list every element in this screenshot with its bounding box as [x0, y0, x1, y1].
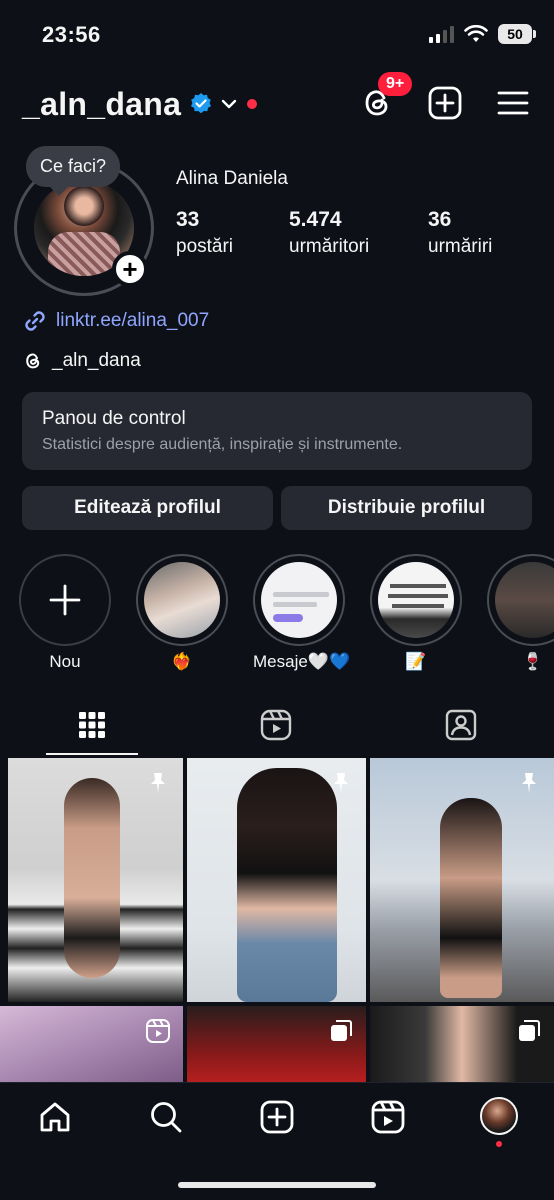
carousel-icon: [519, 1020, 540, 1041]
status-time: 23:56: [42, 22, 101, 47]
highlight-item[interactable]: 🍷: [487, 554, 554, 672]
posts-grid: [0, 758, 554, 1088]
threads-badge: 9+: [378, 72, 413, 96]
username-switcher[interactable]: _aln_dana: [22, 86, 181, 123]
post-thumbnail[interactable]: [187, 1006, 366, 1088]
active-tab-indicator: [46, 753, 138, 755]
threads-handle: _aln_dana: [52, 350, 141, 371]
story-highlights: Nou ❤️‍🔥 Mesaje🤍💙 📝: [0, 554, 554, 674]
dashboard-subtitle: Statistici despre audiență, inspirație ș…: [42, 436, 403, 453]
tab-tagged-icon[interactable]: [444, 708, 478, 742]
post-thumbnail[interactable]: [370, 758, 554, 1002]
highlight-cover: [136, 554, 228, 646]
create-button[interactable]: [426, 84, 464, 122]
bio-link-text[interactable]: linktr.ee/alina_007: [56, 310, 209, 332]
notification-dot: [247, 99, 258, 109]
edit-profile-button[interactable]: Editează profilul: [22, 486, 273, 530]
highlight-new[interactable]: Nou: [19, 554, 111, 672]
carousel-icon: [331, 1020, 352, 1041]
menu-button[interactable]: [494, 84, 532, 122]
home-icon[interactable]: [37, 1099, 73, 1135]
status-indicators: 50: [429, 24, 536, 44]
post-thumbnail[interactable]: [0, 1006, 183, 1088]
add-story-button[interactable]: +: [112, 251, 148, 287]
post-thumbnail[interactable]: [187, 758, 366, 1002]
stat-posts-label: postări: [176, 236, 234, 257]
link-icon: [25, 311, 45, 331]
dashboard-title: Panou de control: [42, 408, 186, 429]
create-post-icon[interactable]: [259, 1099, 295, 1135]
threads-profile-link[interactable]: _aln_dana: [22, 350, 141, 372]
stat-followers-label: urmăritori: [289, 236, 370, 257]
highlight-label: Nou: [49, 652, 81, 671]
stat-posts-value: 33: [176, 208, 200, 231]
pinned-icon: [522, 773, 536, 793]
hamburger-menu-icon: [497, 91, 529, 115]
tab-posts-grid-icon[interactable]: [75, 708, 109, 742]
stat-posts[interactable]: 33 postări: [176, 208, 289, 258]
tab-reels-icon[interactable]: [259, 708, 293, 742]
highlight-cover: [253, 554, 345, 646]
chevron-down-icon[interactable]: [219, 94, 239, 114]
profile-stats: 33 postări 5.474 urmăritori 36 urmăriri: [176, 208, 492, 258]
verified-badge-icon: [191, 93, 212, 114]
post-thumbnail[interactable]: [8, 758, 183, 1002]
highlight-new-circle: [19, 554, 111, 646]
threads-button[interactable]: 9+: [358, 72, 413, 122]
profile-actions: Editează profilul Distribuie profilul: [22, 486, 532, 530]
profile-tabs: [0, 700, 554, 756]
highlight-item[interactable]: ❤️‍🔥: [136, 554, 228, 672]
post-thumbnail[interactable]: [370, 1006, 554, 1088]
stat-following-value: 36: [428, 208, 452, 231]
full-name: Alina Daniela: [176, 168, 288, 189]
search-icon[interactable]: [148, 1099, 184, 1135]
profile-header: _aln_dana 9+: [22, 72, 532, 128]
highlight-cover: [370, 554, 462, 646]
stat-following[interactable]: 36 urmăriri: [428, 208, 492, 258]
highlight-item[interactable]: 📝: [370, 554, 462, 672]
stat-followers-value: 5.474: [289, 208, 342, 231]
battery-icon: 50: [498, 24, 536, 44]
plus-icon: [49, 584, 81, 616]
professional-dashboard[interactable]: Panou de control Statistici despre audie…: [22, 392, 532, 470]
plus-square-icon: [428, 86, 462, 120]
wifi-icon: [464, 25, 488, 42]
cellular-signal-icon: [429, 25, 454, 43]
stat-followers[interactable]: 5.474 urmăritori: [289, 208, 428, 258]
highlight-label: 📝: [405, 652, 427, 671]
profile-tab-avatar[interactable]: [480, 1097, 518, 1135]
note-bubble[interactable]: Ce faci?: [26, 146, 121, 187]
highlight-cover: [487, 554, 554, 646]
bottom-navigation: [0, 1082, 554, 1200]
pinned-icon: [151, 773, 165, 793]
bio-link[interactable]: linktr.ee/alina_007: [22, 308, 209, 334]
share-profile-button[interactable]: Distribuie profilul: [281, 486, 532, 530]
highlight-label: 🍷: [522, 652, 544, 671]
highlight-label: ❤️‍🔥: [171, 652, 193, 671]
profile-notification-dot: [496, 1141, 502, 1147]
highlight-label: Mesaje🤍💙: [253, 652, 351, 671]
threads-icon: [26, 353, 40, 369]
home-indicator: [178, 1182, 376, 1188]
reel-icon: [146, 1019, 170, 1043]
reels-icon[interactable]: [370, 1099, 406, 1135]
highlight-item[interactable]: Mesaje🤍💙: [253, 554, 351, 672]
stat-following-label: urmăriri: [428, 236, 493, 257]
pinned-icon: [334, 773, 348, 793]
header-actions: 9+: [358, 72, 532, 122]
status-bar: 23:56 50: [0, 0, 554, 70]
